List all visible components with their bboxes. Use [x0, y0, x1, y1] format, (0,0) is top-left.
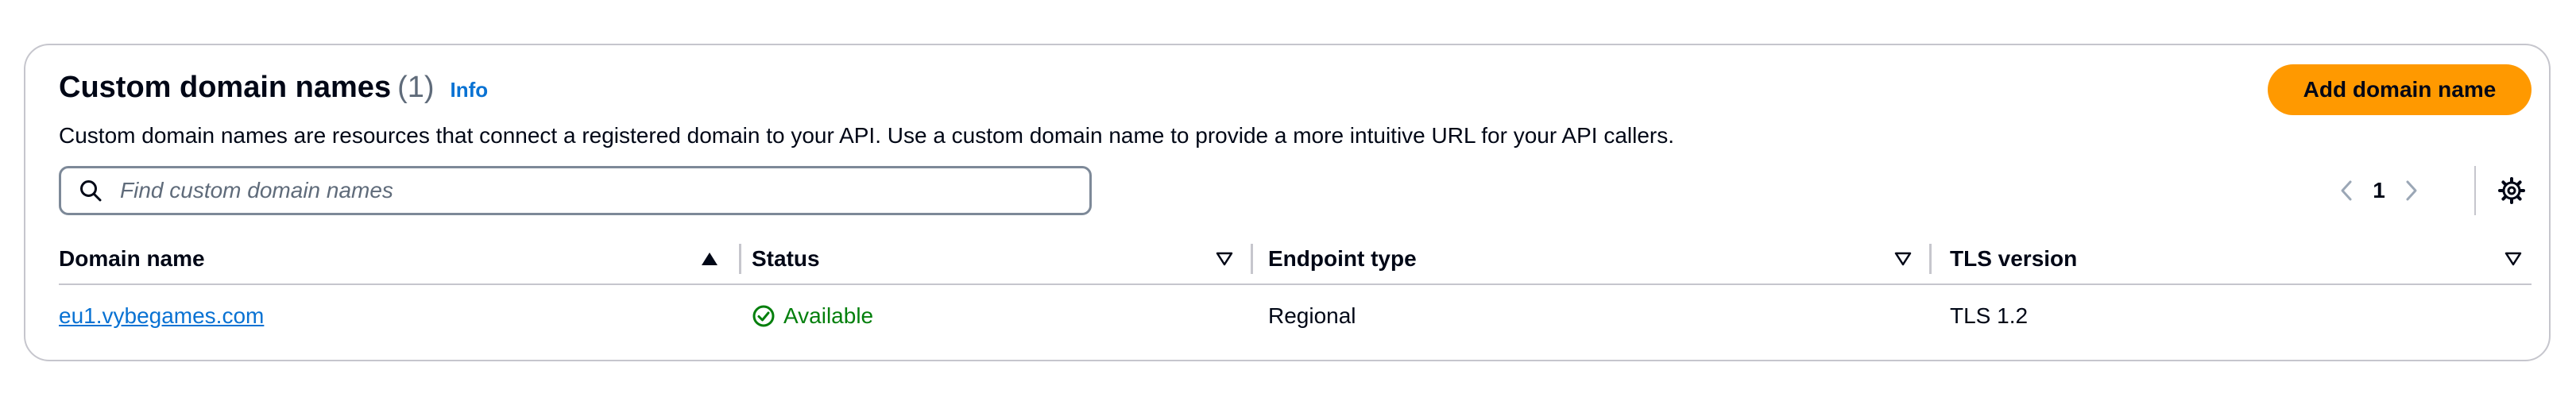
toolbar-divider [2474, 166, 2476, 215]
search-input[interactable] [120, 171, 1058, 210]
column-header-status[interactable]: Status [752, 234, 820, 284]
gear-icon[interactable] [2493, 172, 2530, 209]
search-icon [79, 178, 104, 203]
custom-domain-names-panel: Custom domain names (1) Info Custom doma… [24, 44, 2551, 361]
domain-name-cell: eu1.vybegames.com [59, 285, 264, 347]
caret-up-filled-icon[interactable] [699, 249, 720, 269]
add-domain-name-button[interactable]: Add domain name [2268, 64, 2532, 115]
page-title: Custom domain names [59, 71, 392, 104]
item-count: (1) [397, 71, 435, 104]
caret-down-outline-icon[interactable] [2503, 249, 2524, 269]
table-header: Domain name Status Endpoint type TLS ver… [59, 234, 2532, 285]
column-header-endpoint-type[interactable]: Endpoint type [1268, 234, 1417, 284]
pagination: 1 [2334, 166, 2424, 215]
panel-header: Custom domain names (1) Info [59, 71, 488, 105]
column-header-tls-version[interactable]: TLS version [1950, 234, 2077, 284]
chevron-left-icon[interactable] [2334, 166, 2359, 215]
check-circle-icon [752, 305, 775, 327]
caret-down-outline-icon[interactable] [1893, 249, 1913, 269]
column-resizer[interactable] [739, 244, 741, 274]
page-number[interactable]: 1 [2359, 178, 2399, 203]
status-text: Available [783, 303, 874, 328]
column-header-domain-name[interactable]: Domain name [59, 234, 205, 284]
panel-description: Custom domain names are resources that c… [59, 123, 1675, 148]
search-field[interactable] [59, 166, 1092, 215]
table-row: eu1.vybegames.com Available Regional TLS… [59, 285, 2532, 347]
column-resizer[interactable] [1929, 244, 1932, 274]
status-badge: Available [752, 303, 873, 329]
caret-down-outline-icon[interactable] [1214, 249, 1235, 269]
column-resizer[interactable] [1251, 244, 1253, 274]
status-cell: Available [752, 285, 873, 347]
domain-name-link[interactable]: eu1.vybegames.com [59, 303, 264, 329]
info-link[interactable]: Info [451, 78, 489, 102]
chevron-right-icon[interactable] [2399, 166, 2424, 215]
tls-version-cell: TLS 1.2 [1950, 303, 2029, 328]
endpoint-type-cell: Regional [1268, 303, 1356, 328]
